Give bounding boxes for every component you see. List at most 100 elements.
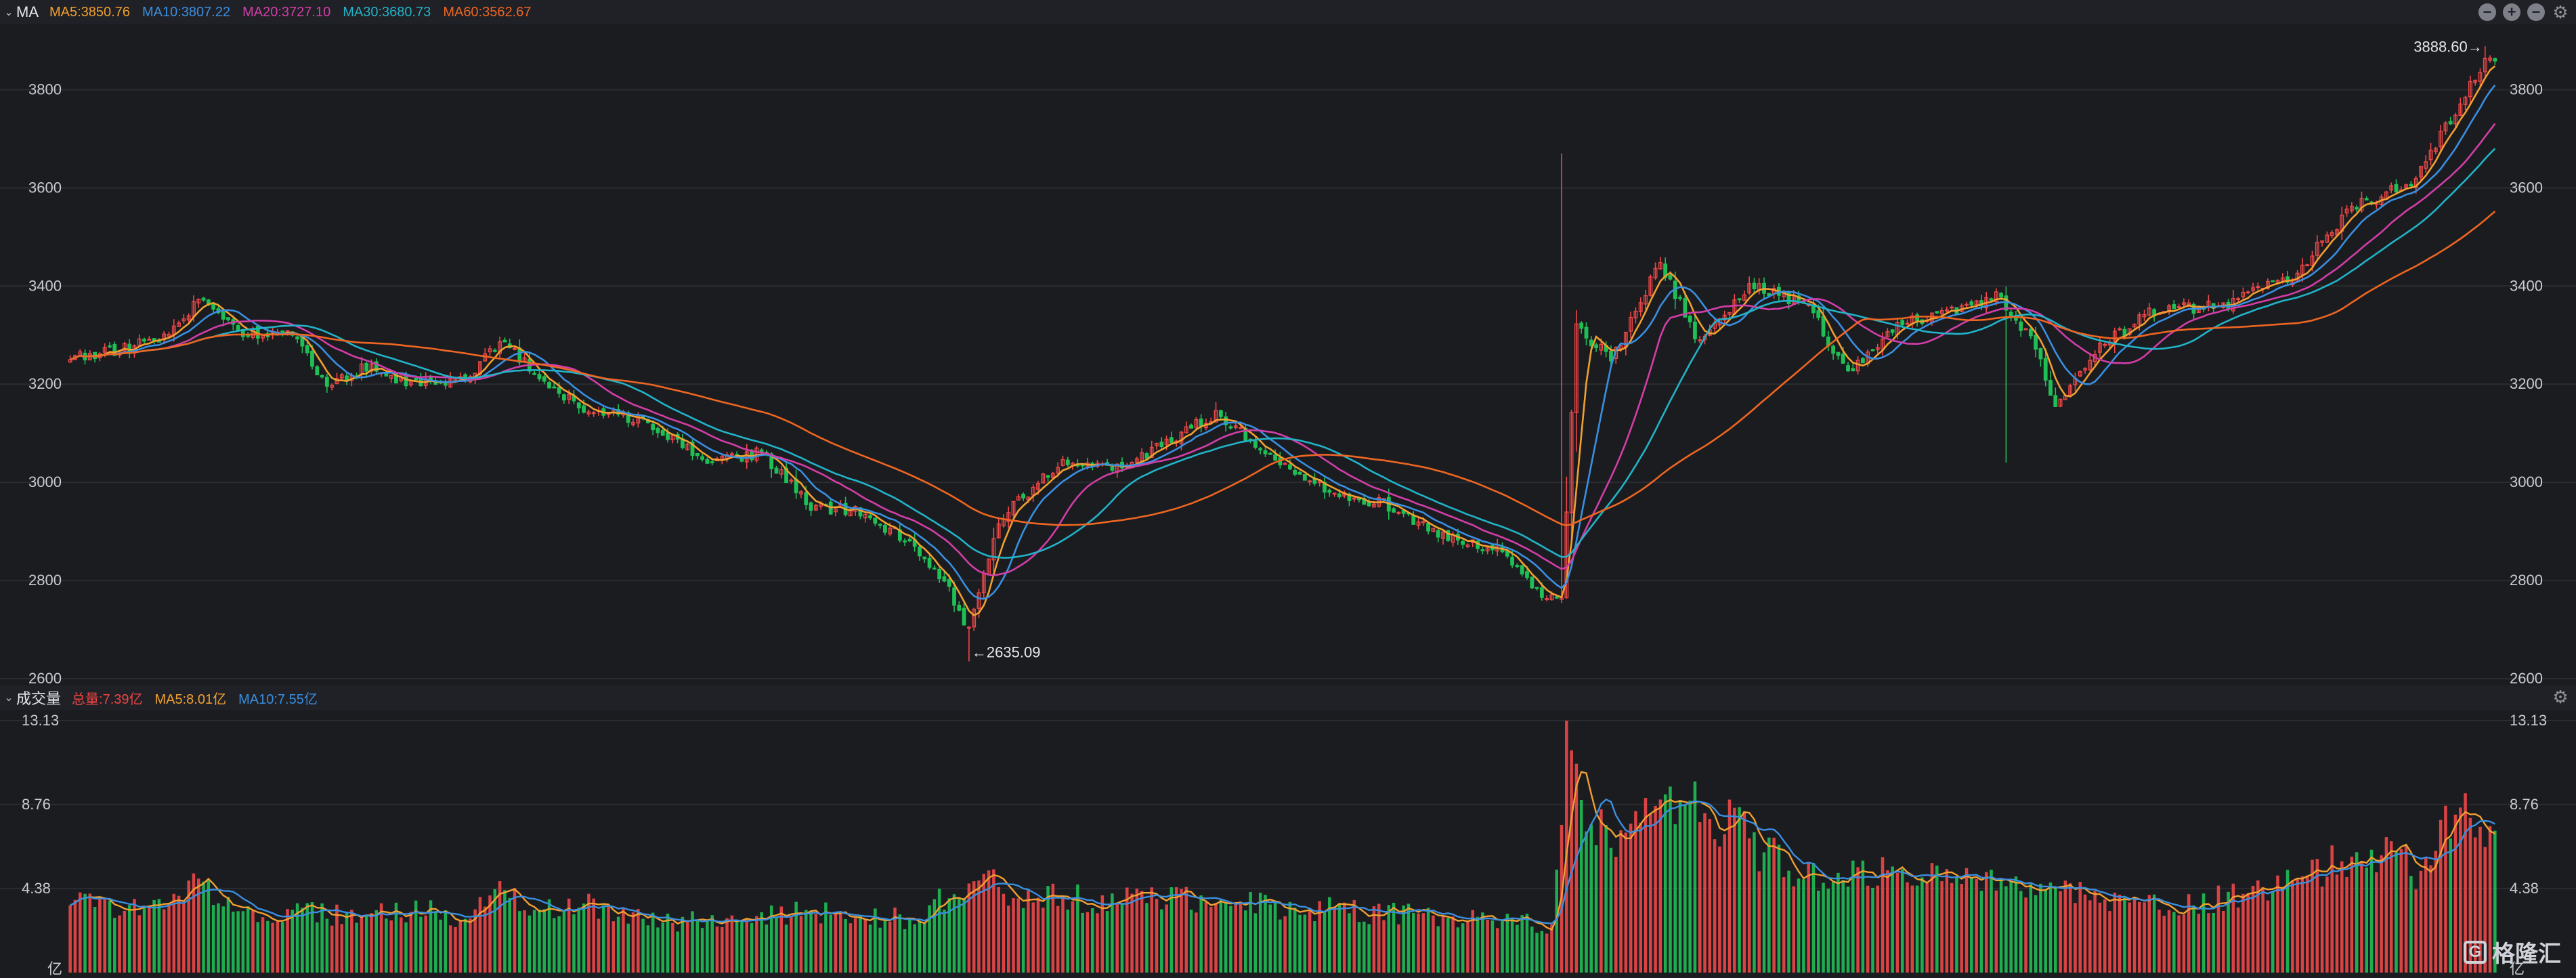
- volume-bar[interactable]: [1787, 870, 1790, 973]
- volume-bar[interactable]: [1900, 869, 1904, 973]
- volume-bar[interactable]: [1990, 870, 1993, 973]
- volume-bar[interactable]: [1283, 916, 1287, 973]
- volume-bar[interactable]: [666, 913, 670, 973]
- volume-bar[interactable]: [997, 887, 1000, 973]
- volume-bar[interactable]: [695, 920, 700, 973]
- volume-bar[interactable]: [2093, 891, 2097, 973]
- minus-circle-icon[interactable]: −: [2478, 3, 2496, 21]
- volume-bar[interactable]: [167, 903, 171, 973]
- volume-bar[interactable]: [316, 922, 319, 973]
- volume-bar[interactable]: [765, 924, 769, 973]
- volume-bar[interactable]: [2414, 889, 2418, 973]
- volume-bar[interactable]: [1461, 923, 1465, 973]
- volume-bar[interactable]: [1387, 905, 1391, 973]
- volume-bar[interactable]: [883, 920, 887, 973]
- volume-bar[interactable]: [1160, 909, 1163, 973]
- volume-bar[interactable]: [103, 898, 106, 973]
- volume-bar[interactable]: [93, 907, 97, 973]
- volume-bar[interactable]: [419, 916, 423, 973]
- volume-bar[interactable]: [1481, 912, 1484, 973]
- volume-bar[interactable]: [1115, 903, 1119, 973]
- volume-bar[interactable]: [142, 906, 146, 973]
- volume-bar[interactable]: [1308, 911, 1312, 973]
- volume-bar[interactable]: [750, 922, 754, 973]
- volume-bar[interactable]: [1925, 883, 1929, 973]
- volume-bar[interactable]: [2177, 915, 2181, 973]
- volume-bar[interactable]: [469, 918, 472, 973]
- volume-bar[interactable]: [1100, 895, 1104, 973]
- volume-bar[interactable]: [2088, 900, 2092, 973]
- chevron-down-icon[interactable]: ⌄: [1, 691, 16, 704]
- volume-bar[interactable]: [404, 922, 408, 973]
- volume-bar[interactable]: [1945, 869, 1949, 973]
- volume-bar[interactable]: [1027, 890, 1030, 973]
- volume-bar[interactable]: [671, 922, 674, 973]
- volume-bar[interactable]: [528, 915, 532, 973]
- volume-bar[interactable]: [291, 910, 295, 973]
- volume-bar[interactable]: [1411, 912, 1415, 973]
- volume-bar[interactable]: [518, 911, 521, 973]
- candle[interactable]: [1446, 530, 1451, 542]
- volume-bar[interactable]: [903, 929, 907, 973]
- volume-bar[interactable]: [1105, 911, 1109, 973]
- volume-bar[interactable]: [1589, 824, 1593, 973]
- volume-bar[interactable]: [1071, 901, 1075, 973]
- volume-bar[interactable]: [88, 893, 92, 973]
- volume-bar[interactable]: [1441, 916, 1445, 973]
- volume-bar[interactable]: [809, 911, 813, 973]
- volume-bar[interactable]: [1708, 819, 1712, 973]
- volume-bar[interactable]: [2360, 861, 2363, 973]
- volume-bar[interactable]: [755, 916, 758, 973]
- volume-bar[interactable]: [1955, 876, 1958, 973]
- volume-bar[interactable]: [2078, 882, 2082, 973]
- volume-bar[interactable]: [1816, 891, 1820, 973]
- volume-bar[interactable]: [1209, 907, 1213, 973]
- volume-bar[interactable]: [1486, 919, 1489, 973]
- volume-bar[interactable]: [1402, 905, 1405, 973]
- volume-bar[interactable]: [1585, 831, 1588, 973]
- volume-bar[interactable]: [1195, 912, 1198, 973]
- volume-bar[interactable]: [967, 883, 971, 973]
- volume-bar[interactable]: [538, 910, 541, 973]
- volume-bar[interactable]: [2340, 861, 2344, 973]
- volume-bar[interactable]: [2083, 894, 2087, 973]
- volume-bar[interactable]: [790, 916, 793, 973]
- volume-bar[interactable]: [1421, 913, 1425, 973]
- volume-bar[interactable]: [1767, 837, 1771, 973]
- volume-bar[interactable]: [478, 897, 482, 973]
- volume-bar[interactable]: [1891, 866, 1894, 973]
- volume-bar[interactable]: [1979, 891, 1983, 973]
- volume-bar[interactable]: [1501, 920, 1504, 973]
- volume-bar[interactable]: [1940, 881, 1944, 973]
- volume-bar[interactable]: [508, 897, 511, 973]
- volume-bar[interactable]: [2409, 876, 2413, 973]
- volume-bar[interactable]: [1669, 786, 1672, 973]
- volume-bar[interactable]: [1510, 918, 1514, 973]
- volume-bar[interactable]: [2152, 894, 2156, 973]
- volume-bar[interactable]: [2444, 805, 2447, 973]
- volume-bar[interactable]: [819, 923, 823, 973]
- volume-bar[interactable]: [350, 910, 353, 973]
- volume-bar[interactable]: [1174, 887, 1178, 973]
- volume-bar[interactable]: [611, 921, 616, 973]
- volume-bar[interactable]: [622, 908, 625, 973]
- volume-bar[interactable]: [2281, 887, 2285, 973]
- volume-bar[interactable]: [1935, 865, 1939, 973]
- volume-bar[interactable]: [2241, 893, 2245, 973]
- volume-bar[interactable]: [1856, 867, 1860, 973]
- volume-bar[interactable]: [1984, 872, 1988, 973]
- volume-bar[interactable]: [399, 917, 403, 973]
- volume-bar[interactable]: [2429, 865, 2432, 973]
- volume-bar[interactable]: [888, 921, 892, 973]
- volume-bar[interactable]: [532, 910, 536, 973]
- volume-bar[interactable]: [1031, 902, 1035, 973]
- volume-bar[interactable]: [1495, 928, 1499, 973]
- volume-bar[interactable]: [2266, 900, 2270, 973]
- volume-bar[interactable]: [853, 918, 857, 973]
- volume-bar[interactable]: [1516, 924, 1519, 973]
- volume-bar[interactable]: [1871, 887, 1874, 973]
- volume-bar[interactable]: [458, 921, 463, 973]
- volume-bar[interactable]: [1742, 811, 1746, 973]
- volume-bar[interactable]: [844, 918, 847, 973]
- volume-bar[interactable]: [127, 905, 131, 973]
